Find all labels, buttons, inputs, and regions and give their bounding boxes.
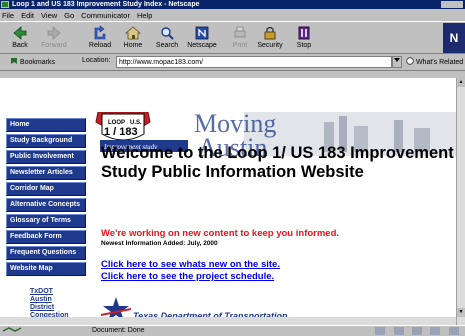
component-bar (371, 327, 463, 335)
whats-related-label: What's Related (415, 59, 464, 66)
netscape-label: Netscape (187, 42, 217, 49)
txdot-austin-link[interactable]: TxDOT Austin District Congestion (30, 288, 69, 320)
menu-edit[interactable]: Edit (21, 11, 34, 20)
location-bar: Bookmarks Location: http://www.mopac183.… (0, 54, 465, 71)
nav-feedback-form[interactable]: Feedback Form (6, 230, 86, 244)
shield-numbers-text: 1 / 183 (104, 126, 138, 138)
related-icon (406, 57, 414, 65)
window-title-bar: Loop 1 and US 183 Improvement Study Inde… (0, 0, 465, 9)
stop-button[interactable]: Stop (288, 24, 320, 53)
menu-communicator[interactable]: Communicator (81, 11, 130, 20)
nav-study-background[interactable]: Study Background (6, 134, 86, 148)
window-controls[interactable] (441, 1, 463, 8)
security-button[interactable]: Security (254, 24, 286, 53)
composer-icon[interactable] (448, 327, 459, 335)
bookmarks-label: Bookmarks (19, 59, 55, 66)
location-label: Location: (82, 57, 111, 64)
back-button[interactable]: Back (4, 24, 36, 53)
page-viewport: Home Study Background Public Involvement… (0, 78, 456, 325)
print-button[interactable]: Print (224, 24, 256, 53)
forward-label: Forward (41, 42, 67, 49)
search-button[interactable]: Search (151, 24, 183, 53)
menu-help[interactable]: Help (137, 11, 152, 20)
vertical-scrollbar[interactable]: ▲ ▼ (456, 78, 465, 325)
netscape-logo[interactable]: N (443, 23, 465, 53)
home-icon (125, 26, 141, 40)
status-text: Document: Done (92, 327, 145, 334)
forward-arrow-icon (47, 26, 61, 40)
print-label: Print (232, 42, 248, 49)
chevron-down-icon (394, 58, 400, 62)
url-field[interactable]: http://www.mopac183.com/ (116, 56, 392, 68)
mail-icon[interactable] (393, 327, 404, 335)
txdot-link-line: District (30, 304, 55, 311)
nav-website-map[interactable]: Website Map (6, 262, 86, 276)
back-label: Back (12, 42, 28, 49)
menu-bar: File Edit View Go Communicator Help (0, 9, 465, 21)
navigator-icon[interactable] (375, 327, 386, 335)
netscape-window-icon[interactable] (1, 1, 9, 8)
window-title: Loop 1 and US 183 Improvement Study Inde… (12, 1, 200, 8)
whats-related-button[interactable]: What's Related (406, 57, 463, 66)
nav-glossary-of-terms[interactable]: Glossary of Terms (6, 214, 86, 228)
menu-file[interactable]: File (2, 11, 14, 20)
menu-view[interactable]: View (41, 11, 57, 20)
netscape-icon (195, 26, 209, 40)
security-label: Security (257, 42, 283, 49)
nav-newsletter-articles[interactable]: Newsletter Articles (6, 166, 86, 180)
whats-new-link[interactable]: Click here to see whats new on the site. (101, 259, 280, 270)
reload-label: Reload (88, 42, 112, 49)
scroll-up-arrow-icon[interactable]: ▲ (457, 78, 465, 87)
update-notice: We're working on new content to keep you… (101, 228, 340, 239)
bookmarks-button[interactable]: Bookmarks (10, 57, 55, 66)
status-bar: Document: Done (0, 325, 465, 336)
address-book-icon[interactable] (430, 327, 441, 335)
bookmark-icon (11, 58, 17, 64)
txdot-link-line: Austin (30, 296, 52, 303)
netscape-button[interactable]: Netscape (186, 24, 218, 53)
url-dropdown-button[interactable] (392, 56, 402, 68)
horizontal-scrollbar[interactable] (0, 317, 456, 325)
project-schedule-link[interactable]: Click here to see the project schedule. (101, 271, 274, 282)
home-button[interactable]: Home (117, 24, 149, 53)
navigation-toolbar: Back Forward Reload Home Search Netscape… (0, 21, 465, 54)
welcome-heading: Welcome to the Loop 1/ US 183 Improvemen… (101, 144, 454, 181)
txdot-link-line: TxDOT (30, 288, 53, 295)
connection-status-icon (2, 327, 22, 332)
security-lock-icon (264, 26, 276, 40)
stop-icon (298, 26, 310, 40)
nav-frequent-questions[interactable]: Frequent Questions (6, 246, 86, 260)
nav-public-involvement[interactable]: Public Involvement (6, 150, 86, 164)
nav-home[interactable]: Home (6, 118, 86, 132)
back-arrow-icon (13, 26, 27, 40)
search-label: Search (155, 42, 179, 49)
nav-alternative-concepts[interactable]: Alternative Concepts (6, 198, 86, 212)
newest-info-date: Newest Information Added: July, 2000 (101, 240, 218, 247)
forward-button[interactable]: Forward (38, 24, 70, 53)
home-label: Home (123, 42, 143, 49)
menu-go[interactable]: Go (64, 11, 74, 20)
stop-label: Stop (296, 42, 312, 49)
print-icon (234, 26, 246, 38)
nav-corridor-map[interactable]: Corridor Map (6, 182, 86, 196)
search-icon (161, 27, 174, 40)
scroll-down-arrow-icon[interactable]: ▼ (457, 308, 465, 317)
nav-sidebar: Home Study Background Public Involvement… (0, 78, 88, 325)
reload-button[interactable]: Reload (84, 24, 116, 53)
reload-icon (94, 25, 106, 40)
newsgroup-icon[interactable] (411, 327, 422, 335)
